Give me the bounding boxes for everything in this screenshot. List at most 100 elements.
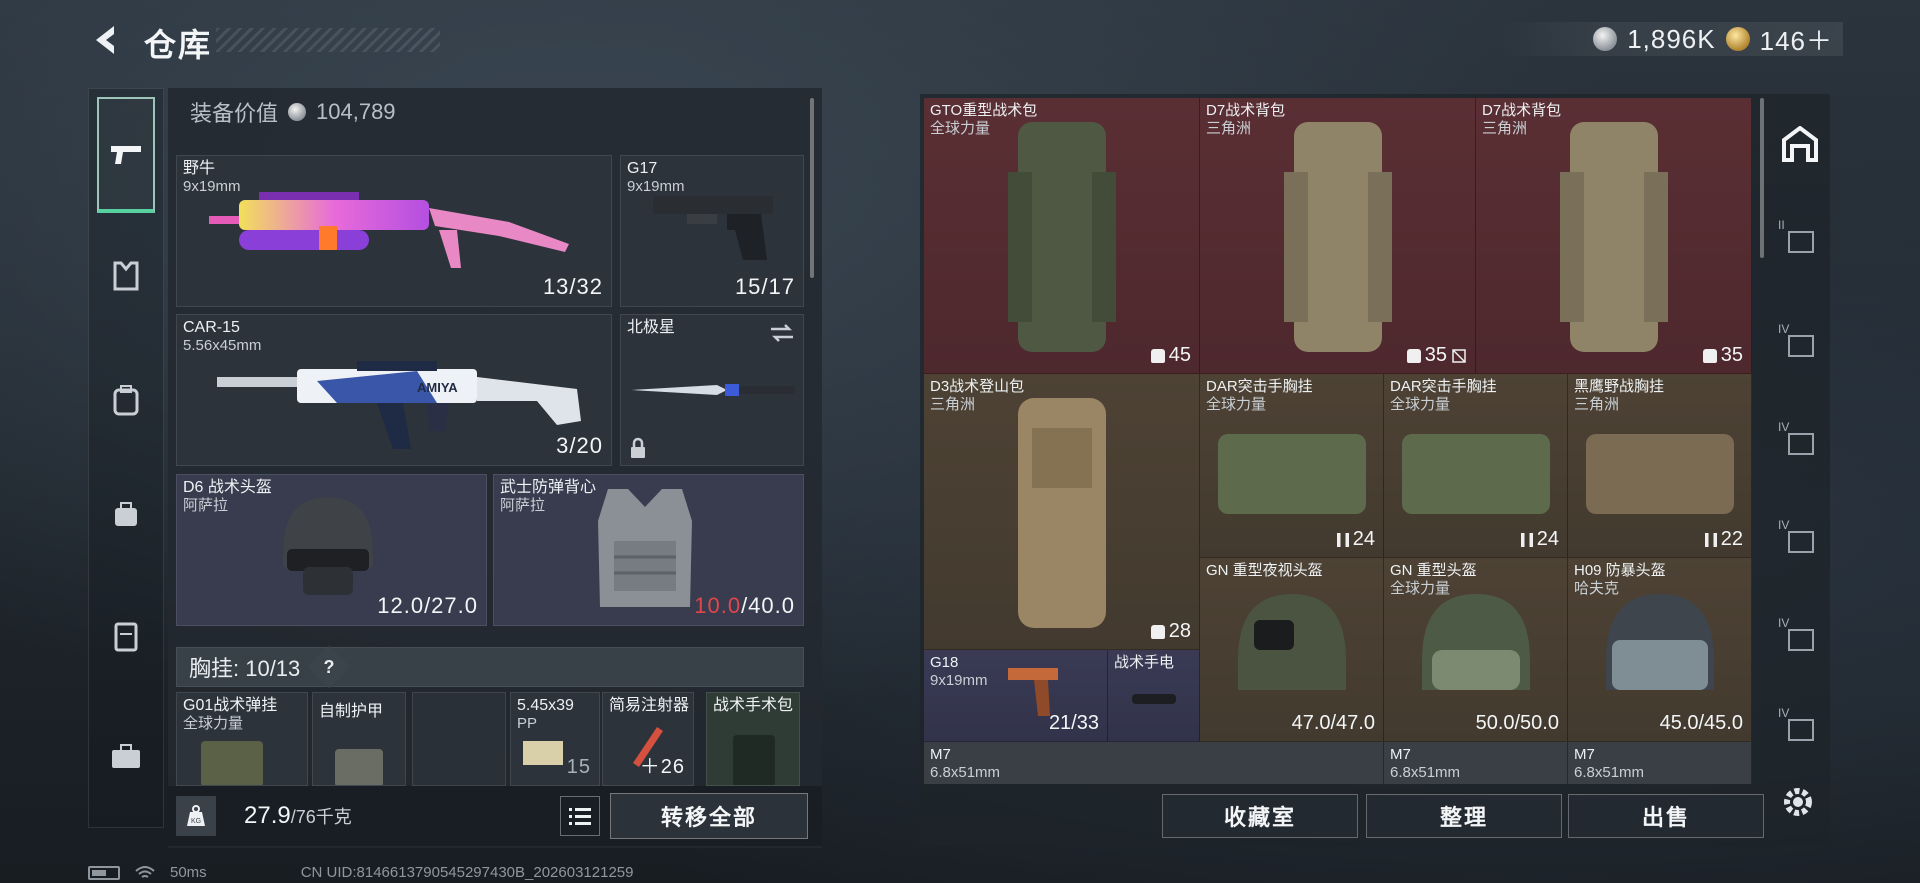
rig-empty-slot[interactable]	[412, 692, 506, 786]
tab-warehouse-7[interactable]: IV	[1778, 706, 1822, 750]
item-faction: 全球力量	[930, 120, 991, 137]
item-name: M7	[930, 746, 951, 763]
help-icon: ?	[323, 656, 335, 677]
storage-item[interactable]: GN 重型头盔 全球力量 50.0/50.0	[1384, 558, 1568, 742]
tab-warehouse-main[interactable]	[1778, 122, 1822, 166]
tab-chest-rig[interactable]	[99, 249, 153, 303]
storage-box-icon	[1788, 433, 1814, 455]
helmet-slot[interactable]: D6 战术头盔 阿萨拉 12.0/27.0	[176, 474, 487, 626]
item-name: D7战术背包	[1482, 102, 1562, 119]
list-view-button[interactable]	[560, 796, 600, 836]
primary-weapon-slot[interactable]: 野牛 9x19mm 13/32	[176, 155, 612, 307]
item-name: GN 重型头盔	[1390, 562, 1477, 579]
tab-level: IV	[1778, 420, 1790, 434]
armor-slot[interactable]: 武士防弹背心 阿萨拉 10.0/40.0	[493, 474, 804, 626]
storage-item[interactable]: D3战术登山包 三角洲 28	[924, 374, 1200, 650]
back-arrow-icon[interactable]	[88, 22, 124, 58]
storage-item[interactable]: DAR突击手胸挂 全球力量 24	[1384, 374, 1568, 558]
capacity-icon	[1150, 348, 1165, 363]
rig-item-sub: PP	[517, 715, 538, 732]
rig-item-slot[interactable]: 5.45x39 PP 15	[510, 692, 600, 786]
item-faction: 三角洲	[1574, 396, 1620, 413]
storage-item[interactable]: GTO重型战术包 全球力量 45	[924, 98, 1200, 374]
tab-warehouse-4[interactable]: IV	[1778, 420, 1822, 464]
item-ammo: 21/33	[1048, 712, 1099, 734]
item-capacity: 22	[1704, 528, 1743, 551]
pouch-icon	[115, 502, 137, 526]
storage-item[interactable]: M7 6.8x51mm	[1568, 742, 1752, 784]
loadout-scrollbar[interactable]	[810, 98, 814, 278]
settings-gear-icon[interactable]	[1778, 782, 1818, 822]
tab-pouch[interactable]	[99, 487, 153, 541]
tab-warehouse-2[interactable]: II	[1778, 218, 1822, 262]
capacity-icon	[1702, 348, 1717, 363]
page-title: 仓库	[144, 27, 213, 63]
tab-level: IV	[1778, 706, 1790, 720]
storage-item[interactable]: 战术手电	[1108, 650, 1200, 742]
equip-value-label: 装备价值	[190, 101, 279, 126]
transfer-all-button[interactable]: 转移全部	[610, 793, 808, 839]
tab-warehouse-5[interactable]: IV	[1778, 518, 1822, 562]
sell-button[interactable]: 出售	[1568, 794, 1764, 838]
item-capacity-value: 24	[1536, 528, 1559, 550]
item-name: DAR突击手胸挂	[1390, 378, 1497, 395]
tab-level: IV	[1778, 616, 1790, 630]
melee-slot[interactable]: 北极星	[620, 314, 804, 466]
storage-item[interactable]: D7战术背包 三角洲 35	[1200, 98, 1476, 374]
status-bar: 50ms CN UID:8146613790545297430B_2026031…	[88, 864, 633, 881]
rig-item-slot[interactable]: 自制护甲	[312, 692, 406, 786]
tab-weapons[interactable]	[97, 97, 155, 213]
item-name: GN 重型夜视头盔	[1206, 562, 1323, 579]
tab-level: IV	[1778, 322, 1790, 336]
storage-scrollbar[interactable]	[1760, 98, 1764, 258]
storage-item[interactable]: M7 6.8x51mm	[1384, 742, 1568, 784]
storage-item[interactable]: M7 6.8x51mm	[924, 742, 1384, 784]
rig-item-slot[interactable]: 简易注射器 ＋26	[602, 692, 694, 786]
item-durability: 47.0/47.0	[1291, 712, 1375, 734]
helmet-name: D6 战术头盔	[183, 479, 272, 496]
armor-durability-max: /40.0	[741, 593, 795, 618]
armor-durability: 10.0/40.0	[694, 593, 795, 619]
no-insure-icon	[1452, 348, 1466, 363]
rig-item-slot[interactable]: 战术手术包	[706, 692, 800, 786]
gold-amount[interactable]: 146＋	[1760, 21, 1833, 58]
tab-case[interactable]	[99, 729, 153, 783]
chest-rig-image	[1586, 434, 1734, 514]
capacity-icon	[1520, 532, 1533, 547]
secondary-weapon-slot[interactable]: CAR-15 5.56x45mm AMIYA 3/20	[176, 314, 612, 466]
backpack-image	[1560, 122, 1668, 352]
storage-box-icon	[1788, 531, 1814, 553]
help-button[interactable]: ?	[308, 645, 351, 689]
item-capacity: 35	[1406, 344, 1467, 367]
storage-item[interactable]: H09 防暴头盔 哈夫克 45.0/45.0	[1568, 558, 1752, 742]
armor-name: 武士防弹背心	[500, 479, 597, 496]
item-name: DAR突击手胸挂	[1206, 378, 1313, 395]
storage-item[interactable]: 黑鹰野战胸挂 三角洲 22	[1568, 374, 1752, 558]
storage-item[interactable]: DAR突击手胸挂 全球力量 24	[1200, 374, 1384, 558]
tab-warehouse-3[interactable]: IV	[1778, 322, 1822, 366]
storage-item[interactable]: D7战术背包 三角洲 35	[1476, 98, 1752, 374]
item-capacity-value: 35	[1720, 344, 1743, 366]
rig-item-slot[interactable]: G01战术弹挂 全球力量	[176, 692, 308, 786]
helmet-durability-max: /27.0	[424, 593, 478, 618]
item-faction: 全球力量	[1390, 396, 1451, 413]
rig-item-name: G01战术弹挂	[183, 697, 278, 714]
pistol-slot[interactable]: G17 9x19mm 15/17	[620, 155, 804, 307]
vault-button[interactable]: 收藏室	[1162, 794, 1358, 838]
swap-icon[interactable]	[769, 323, 795, 343]
helmet-image	[1238, 594, 1346, 690]
rig-item-faction: 全球力量	[183, 715, 244, 732]
item-capacity-value: 35	[1424, 344, 1447, 366]
storage-item[interactable]: GN 重型夜视头盔 47.0/47.0	[1200, 558, 1384, 742]
tab-safe-box[interactable]	[99, 609, 153, 663]
tab-warehouse-6[interactable]: IV	[1778, 616, 1822, 660]
item-capacity: 24	[1520, 528, 1559, 551]
storage-item[interactable]: G18 9x19mm 21/33	[924, 650, 1108, 742]
item-caliber: 6.8x51mm	[1574, 764, 1645, 781]
sort-button[interactable]: 整理	[1366, 794, 1562, 838]
storage-box-icon	[1788, 629, 1814, 651]
ammo-box-image	[523, 741, 563, 765]
item-faction: 全球力量	[1206, 396, 1267, 413]
item-capacity-value: 28	[1168, 620, 1191, 642]
tab-backpack[interactable]	[99, 373, 153, 427]
